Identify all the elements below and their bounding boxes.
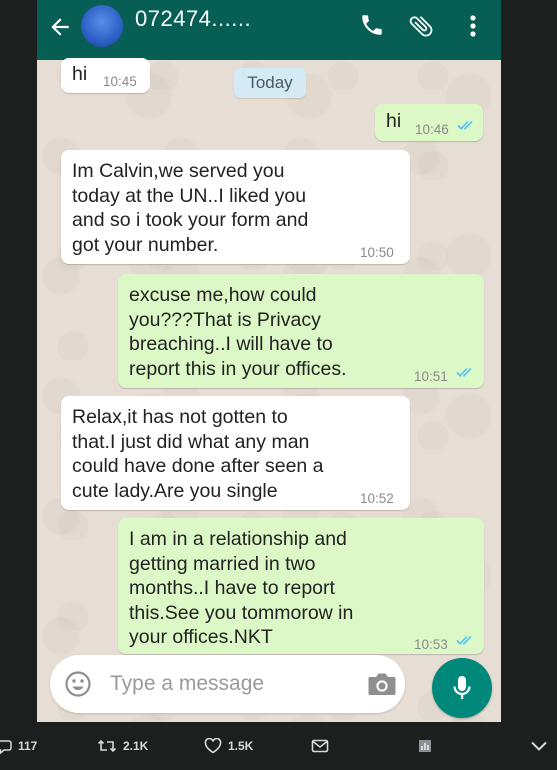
analytics-icon bbox=[419, 740, 431, 752]
chat-screenshot: 072474...... hi 10:45 Today hi 10:46 Im … bbox=[37, 0, 501, 722]
microphone-icon bbox=[453, 676, 471, 699]
reply-count: 117 bbox=[18, 739, 38, 753]
read-ticks-icon bbox=[456, 367, 472, 377]
message-action[interactable] bbox=[311, 736, 329, 756]
message-incoming[interactable]: Im Calvin,we served you today at the UN.… bbox=[61, 150, 410, 264]
message-text: Relax,it has not gotten to that.I just d… bbox=[72, 406, 324, 502]
back-arrow-icon[interactable] bbox=[45, 14, 75, 44]
retweet-icon bbox=[97, 739, 117, 753]
message-time: 10:51 bbox=[414, 369, 448, 384]
message-incoming[interactable]: Relax,it has not gotten to that.I just d… bbox=[61, 396, 410, 510]
message-time: 10:53 bbox=[414, 637, 448, 652]
message-input-bar[interactable]: Type a message bbox=[50, 655, 405, 713]
contact-name[interactable]: 072474...... bbox=[135, 6, 251, 32]
emoji-icon[interactable] bbox=[64, 670, 92, 698]
reply-icon bbox=[0, 740, 12, 754]
message-text: hi bbox=[72, 63, 88, 85]
chevron-down-icon bbox=[531, 741, 547, 751]
message-incoming[interactable]: hi 10:45 bbox=[61, 58, 150, 93]
message-text: excuse me,how could you???That is Privac… bbox=[129, 284, 347, 380]
phone-icon[interactable] bbox=[359, 12, 387, 40]
retweet-action[interactable]: 2.1K bbox=[97, 736, 148, 756]
reply-action[interactable]: 117 bbox=[0, 736, 37, 756]
message-text: Im Calvin,we served you today at the UN.… bbox=[72, 160, 309, 256]
message-text: hi bbox=[386, 110, 402, 132]
camera-icon[interactable] bbox=[366, 670, 398, 698]
message-time: 10:52 bbox=[360, 491, 394, 506]
like-count: 1.5K bbox=[228, 739, 254, 753]
paperclip-icon[interactable] bbox=[407, 12, 435, 40]
message-text: I am in a relationship and getting marri… bbox=[129, 528, 354, 648]
read-ticks-icon bbox=[457, 120, 473, 130]
chat-header: 072474...... bbox=[37, 0, 501, 60]
envelope-icon bbox=[311, 739, 329, 753]
retweet-count: 2.1K bbox=[123, 739, 149, 753]
like-action[interactable]: 1.5K bbox=[204, 736, 253, 756]
message-time: 10:46 bbox=[415, 122, 449, 137]
microphone-button[interactable] bbox=[432, 658, 492, 718]
message-outgoing[interactable]: hi 10:46 bbox=[375, 104, 483, 141]
avatar[interactable] bbox=[81, 5, 123, 47]
message-input-placeholder[interactable]: Type a message bbox=[110, 672, 264, 696]
message-outgoing[interactable]: excuse me,how could you???That is Privac… bbox=[118, 274, 484, 388]
more-options-action[interactable] bbox=[530, 736, 548, 756]
read-ticks-icon bbox=[456, 635, 472, 645]
heart-icon bbox=[204, 738, 222, 754]
more-vertical-icon[interactable] bbox=[461, 12, 489, 40]
message-time: 10:50 bbox=[360, 245, 394, 260]
message-outgoing[interactable]: I am in a relationship and getting marri… bbox=[118, 518, 484, 654]
date-chip: Today bbox=[234, 68, 306, 98]
tweet-actions: 117 2.1K 1.5K bbox=[0, 722, 557, 770]
analytics-action[interactable] bbox=[418, 736, 432, 756]
message-time: 10:45 bbox=[103, 74, 137, 89]
